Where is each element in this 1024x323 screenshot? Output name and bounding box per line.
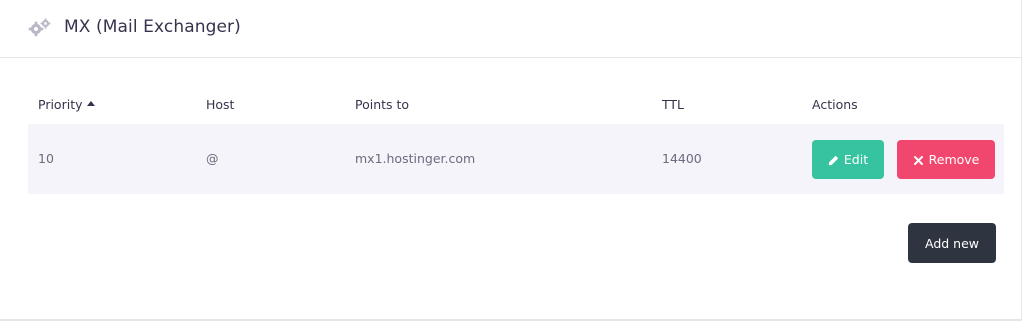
- column-header-host: Host: [206, 97, 235, 112]
- cell-host: @: [206, 151, 219, 166]
- column-header-points-to: Points to: [355, 97, 410, 112]
- column-header-priority-label: Priority: [38, 97, 83, 112]
- mx-records-card: MX (Mail Exchanger) Priority Host Points…: [0, 0, 1022, 321]
- remove-button-label: Remove: [928, 152, 980, 167]
- column-header-ttl: TTL: [662, 97, 685, 112]
- column-header-actions: Actions: [812, 97, 858, 112]
- cell-ttl: 14400: [662, 151, 702, 166]
- edit-button-label: Edit: [843, 152, 869, 167]
- cell-points-to: mx1.hostinger.com: [355, 151, 476, 166]
- column-header-priority[interactable]: Priority: [38, 97, 95, 113]
- close-icon: [913, 154, 924, 165]
- cell-priority: 10: [38, 151, 54, 166]
- remove-button[interactable]: Remove: [897, 140, 995, 179]
- sort-ascending-icon: [86, 101, 95, 106]
- card-header: MX (Mail Exchanger): [0, 0, 1022, 58]
- page-title: MX (Mail Exchanger): [64, 17, 241, 37]
- gears-icon: [28, 17, 52, 37]
- add-new-button[interactable]: Add new: [908, 223, 996, 263]
- table-row: 10 @ mx1.hostinger.com 14400 Edit Remove: [28, 124, 1004, 194]
- edit-button[interactable]: Edit: [812, 140, 884, 179]
- pencil-icon: [828, 154, 839, 166]
- table-header: Priority Host Points to TTL Actions: [28, 92, 1004, 124]
